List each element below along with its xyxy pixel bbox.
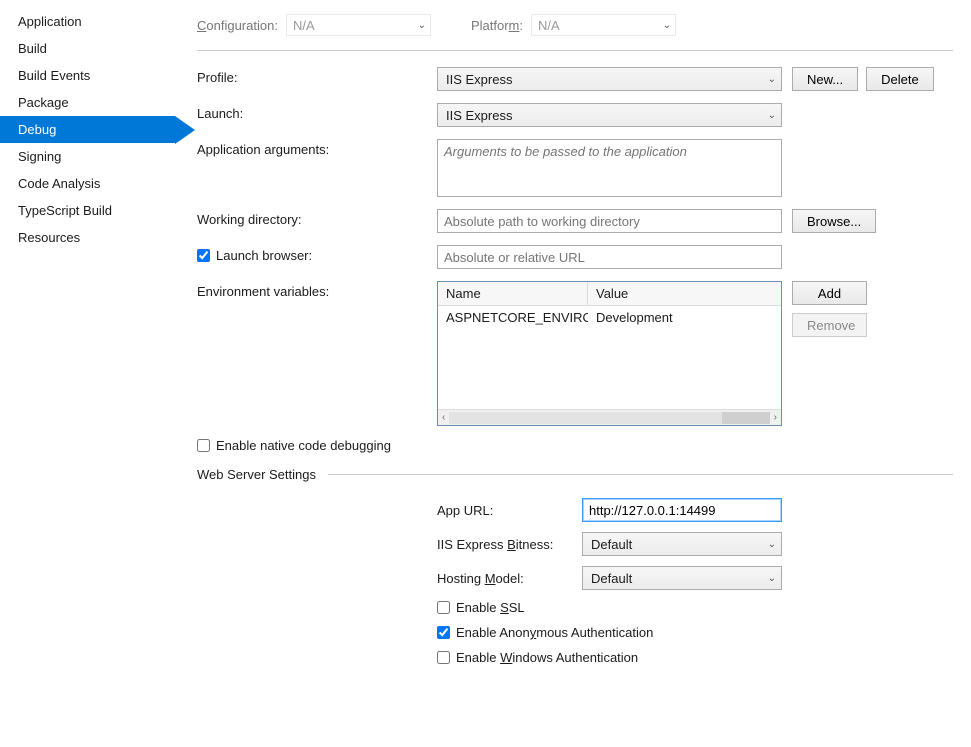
env-header-value[interactable]: Value bbox=[588, 282, 781, 305]
chevron-down-icon: ⌄ bbox=[768, 74, 776, 85]
hosting-model-combo[interactable]: Default ⌄ bbox=[582, 566, 782, 590]
hosting-model-value: Default bbox=[591, 571, 632, 586]
chevron-down-icon: ⌄ bbox=[768, 573, 776, 584]
web-server-settings-heading: Web Server Settings bbox=[197, 467, 328, 482]
workdir-input[interactable] bbox=[437, 209, 782, 233]
launch-browser-label: Launch browser: bbox=[216, 248, 312, 263]
enable-ssl-checkbox[interactable] bbox=[437, 601, 450, 614]
enable-windows-auth-label: Enable Windows Authentication bbox=[456, 650, 638, 665]
env-row-value: Development bbox=[588, 306, 781, 329]
main-panel: Configuration: N/A ⌄ Platform: N/A ⌄ Pro… bbox=[175, 0, 971, 747]
separator bbox=[328, 474, 953, 475]
configuration-label: Configuration: bbox=[197, 18, 278, 33]
sidebar-item-package[interactable]: Package bbox=[0, 89, 175, 116]
chevron-down-icon: ⌄ bbox=[418, 20, 426, 31]
env-header: Name Value bbox=[438, 282, 781, 306]
sidebar-item-resources[interactable]: Resources bbox=[0, 224, 175, 251]
table-row[interactable]: ASPNETCORE_ENVIRONMENT Development bbox=[438, 306, 781, 329]
sidebar-item-build-events[interactable]: Build Events bbox=[0, 62, 175, 89]
workdir-label: Working directory: bbox=[197, 209, 437, 227]
scroll-right-icon[interactable]: › bbox=[772, 412, 779, 423]
enable-anonymous-auth-label: Enable Anonymous Authentication bbox=[456, 625, 653, 640]
launch-combo[interactable]: IIS Express ⌄ bbox=[437, 103, 782, 127]
enable-anonymous-auth-checkbox[interactable] bbox=[437, 626, 450, 639]
iis-bitness-value: Default bbox=[591, 537, 632, 552]
chevron-down-icon: ⌄ bbox=[768, 539, 776, 550]
sidebar-item-code-analysis[interactable]: Code Analysis bbox=[0, 170, 175, 197]
chevron-down-icon: ⌄ bbox=[663, 20, 671, 31]
sidebar-item-typescript-build[interactable]: TypeScript Build bbox=[0, 197, 175, 224]
new-profile-button[interactable]: New... bbox=[792, 67, 858, 91]
platform-value: N/A bbox=[538, 18, 560, 33]
iis-bitness-label: IIS Express Bitness: bbox=[437, 537, 582, 552]
configuration-combo: N/A ⌄ bbox=[286, 14, 431, 36]
sidebar-item-application[interactable]: Application bbox=[0, 8, 175, 35]
scroll-left-icon[interactable]: ‹ bbox=[440, 412, 447, 423]
launch-browser-checkbox[interactable] bbox=[197, 249, 210, 262]
chevron-down-icon: ⌄ bbox=[768, 110, 776, 121]
platform-combo: N/A ⌄ bbox=[531, 14, 676, 36]
env-vars-label: Environment variables: bbox=[197, 281, 437, 299]
sidebar-item-build[interactable]: Build bbox=[0, 35, 175, 62]
remove-env-button: Remove bbox=[792, 313, 867, 337]
env-vars-table[interactable]: Name Value ASPNETCORE_ENVIRONMENT Develo… bbox=[437, 281, 782, 426]
delete-profile-button[interactable]: Delete bbox=[866, 67, 934, 91]
profile-label: Profile: bbox=[197, 67, 437, 85]
env-row-name: ASPNETCORE_ENVIRONMENT bbox=[438, 306, 588, 329]
app-url-input[interactable] bbox=[582, 498, 782, 522]
enable-ssl-label: Enable SSL bbox=[456, 600, 525, 615]
sidebar: Application Build Build Events Package D… bbox=[0, 0, 175, 747]
profile-combo[interactable]: IIS Express ⌄ bbox=[437, 67, 782, 91]
enable-windows-auth-checkbox[interactable] bbox=[437, 651, 450, 664]
launch-value: IIS Express bbox=[446, 108, 512, 123]
hosting-model-label: Hosting Model: bbox=[437, 571, 582, 586]
config-platform-bar: Configuration: N/A ⌄ Platform: N/A ⌄ bbox=[197, 14, 953, 51]
app-args-label: Application arguments: bbox=[197, 139, 437, 157]
sidebar-item-signing[interactable]: Signing bbox=[0, 143, 175, 170]
app-args-input[interactable] bbox=[437, 139, 782, 197]
env-header-name[interactable]: Name bbox=[438, 282, 588, 305]
native-debug-checkbox[interactable] bbox=[197, 439, 210, 452]
browse-button[interactable]: Browse... bbox=[792, 209, 876, 233]
app-url-label: App URL: bbox=[437, 503, 582, 518]
native-debug-label: Enable native code debugging bbox=[216, 438, 391, 453]
profile-value: IIS Express bbox=[446, 72, 512, 87]
launch-browser-input[interactable] bbox=[437, 245, 782, 269]
configuration-value: N/A bbox=[293, 18, 315, 33]
iis-bitness-combo[interactable]: Default ⌄ bbox=[582, 532, 782, 556]
sidebar-item-debug[interactable]: Debug bbox=[0, 116, 175, 143]
horizontal-scrollbar[interactable]: ‹ › bbox=[438, 409, 781, 425]
launch-label: Launch: bbox=[197, 103, 437, 121]
add-env-button[interactable]: Add bbox=[792, 281, 867, 305]
platform-label: Platform: bbox=[471, 18, 523, 33]
